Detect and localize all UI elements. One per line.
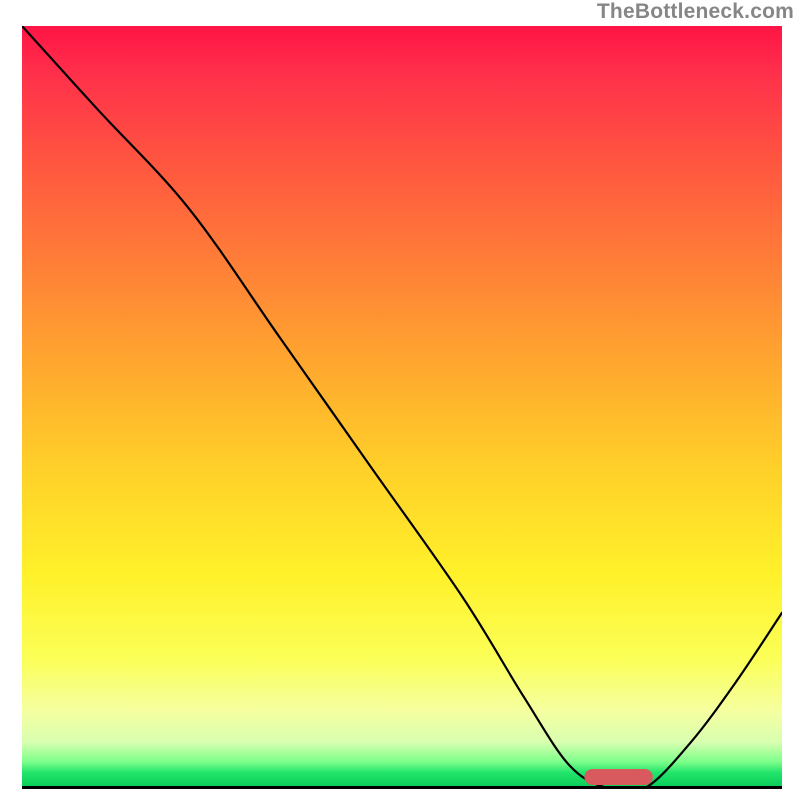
chart-canvas: TheBottleneck.com <box>0 0 800 800</box>
optimal-range-marker <box>584 769 652 785</box>
watermark-text: TheBottleneck.com <box>597 0 794 24</box>
chart-overlay <box>22 26 782 788</box>
bottleneck-curve <box>22 26 782 788</box>
x-axis-line <box>22 786 782 789</box>
plot-area <box>22 26 782 788</box>
